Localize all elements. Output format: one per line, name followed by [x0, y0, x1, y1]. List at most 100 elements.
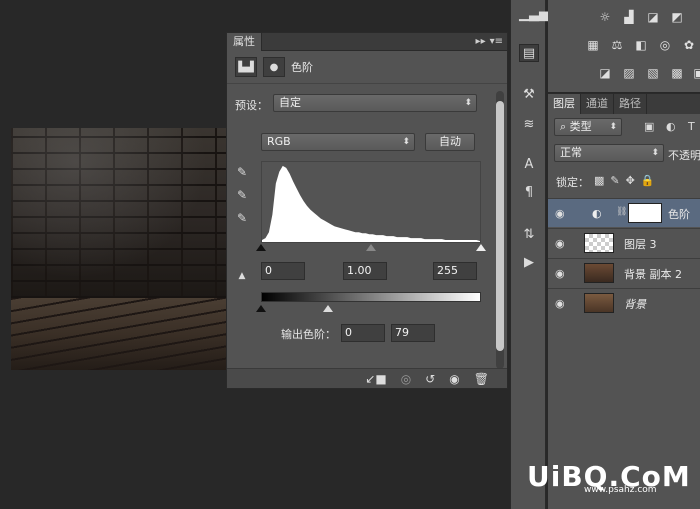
mask-icon[interactable]: ● [263, 57, 285, 77]
brightness-icon[interactable]: ☼ [596, 10, 614, 25]
preset-label: 预设： [235, 99, 268, 112]
tab-paths[interactable]: 路径 [614, 94, 647, 114]
tab-layers[interactable]: 图层 [548, 94, 581, 114]
layer-filter-select[interactable]: ⌕ 类型 ⬍ [554, 118, 622, 136]
layer-name[interactable]: 图层 3 [624, 236, 657, 252]
adjustment-title: 色阶 [291, 61, 313, 74]
eye-icon[interactable]: ◉ [555, 237, 569, 250]
layer-row-background[interactable]: ◉ 背景 [548, 288, 700, 317]
properties-tab[interactable]: 属性 [227, 32, 262, 51]
adjustment-layer-icon: ◐ [592, 207, 602, 220]
actions-panel-icon[interactable]: ▶ [519, 254, 539, 272]
threshold-icon[interactable]: ▧ [644, 66, 662, 81]
view-previous-icon[interactable]: ◎ [401, 372, 411, 386]
layers-panel: 图层 通道 路径 ⌕ 类型 ⬍ ▣ ◐ T 正常 ⬍ 不透明 锁定： ▩✎✥🔒 … [548, 93, 700, 509]
photo-filter-icon[interactable]: ◎ [656, 38, 674, 53]
collapse-icon[interactable]: ▸▸ [476, 36, 486, 47]
layer-name[interactable]: 色阶 [668, 206, 690, 222]
blend-mode-select[interactable]: 正常 ⬍ [554, 144, 664, 162]
channel-select[interactable]: RGB ⬍ [261, 133, 415, 151]
histogram [261, 161, 481, 243]
layer-row-levels[interactable]: ◉ ◐ ⛓ 色阶 [548, 198, 700, 227]
link-icon[interactable]: ⛓ [616, 207, 627, 217]
input-gamma-slider[interactable] [366, 244, 376, 251]
output-levels-label: 输出色阶： [281, 328, 336, 341]
layer-name[interactable]: 背景 [624, 296, 646, 312]
vibrance-icon[interactable]: ▦ [584, 38, 602, 53]
input-gamma-field[interactable]: 1.00 [343, 262, 387, 280]
canvas-document[interactable] [11, 128, 229, 370]
levels-adjustment-icon[interactable]: ▙▟ [235, 57, 257, 77]
invert-icon[interactable]: ◪ [596, 66, 614, 81]
search-icon: ⌕ [560, 120, 570, 133]
eye-icon[interactable]: ◉ [555, 267, 569, 280]
filter-kind-value: 类型 [569, 120, 592, 133]
layer-thumbnail [584, 293, 614, 313]
output-black-slider[interactable] [256, 305, 266, 312]
adjustment-header: ▙▟ ● 色阶 [235, 57, 313, 77]
filter-image-icon[interactable]: ▣ [644, 120, 654, 133]
histogram-panel-icon[interactable]: ▁▃▅ [519, 6, 549, 24]
output-gradient [261, 292, 481, 302]
channel-mixer-icon[interactable]: ✿ [680, 38, 698, 53]
panel-dock-strip: ▁▃▅ ▤ ⚒ ≋ A ¶ ⇅ ▶ [510, 0, 549, 509]
eye-icon[interactable]: ◉ [555, 297, 569, 310]
auto-button[interactable]: 自动 [425, 133, 475, 151]
layer-thumbnail [584, 233, 614, 253]
curves-icon[interactable]: ◪ [644, 10, 662, 25]
input-white-field[interactable]: 255 [433, 262, 477, 280]
layer-mask-thumbnail[interactable] [628, 203, 662, 223]
filter-adjustment-icon[interactable]: ◐ [666, 120, 676, 133]
history-panel-icon[interactable]: ⇅ [519, 226, 539, 244]
properties-panel-icon[interactable]: ▤ [519, 44, 539, 62]
preset-value: 自定 [279, 96, 301, 109]
preset-select[interactable]: 自定 ⬍ [273, 94, 477, 112]
output-white-field[interactable]: 79 [391, 324, 435, 342]
output-black-field[interactable]: 0 [341, 324, 385, 342]
input-black-slider[interactable] [256, 244, 266, 251]
filter-type-icon[interactable]: T [688, 120, 695, 133]
paragraph-panel-icon[interactable]: ¶ [519, 184, 539, 202]
lock-label: 锁定： [556, 176, 589, 189]
brush-presets-icon[interactable]: ≋ [519, 116, 539, 134]
properties-footer: ↙■ ◎ ↺ ◉ 🗑 [227, 368, 507, 388]
eye-icon[interactable]: ◉ [555, 207, 569, 220]
lock-icons[interactable]: ▩✎✥🔒 [594, 174, 661, 187]
select-arrows-icon: ⬍ [464, 98, 472, 108]
brick-wall-image [11, 128, 229, 298]
exposure-icon[interactable]: ◩ [668, 10, 686, 25]
layer-name[interactable]: 背景 副本 2 [624, 266, 682, 282]
select-arrows-icon: ⬍ [402, 137, 410, 147]
white-eyedropper-icon[interactable]: ✎ [235, 211, 249, 225]
tab-channels[interactable]: 通道 [581, 94, 614, 114]
input-black-field[interactable]: 0 [261, 262, 305, 280]
balance-icon[interactable]: ⚖ [608, 38, 626, 53]
gradient-map-icon[interactable]: ▩ [668, 66, 686, 81]
visibility-eye-icon[interactable]: ◉ [449, 372, 459, 386]
bw-icon[interactable]: ◧ [632, 38, 650, 53]
character-panel-icon[interactable]: A [519, 156, 539, 174]
trash-icon[interactable]: 🗑 [474, 372, 489, 386]
selective-color-icon[interactable]: ▣ [690, 66, 700, 81]
brush-panel-icon[interactable]: ⚒ [519, 86, 539, 104]
clip-to-layer-icon[interactable]: ↙■ [365, 372, 386, 386]
input-white-slider[interactable] [476, 244, 486, 251]
properties-titlebar: 属性 ▸▸ ▾≡ [227, 32, 507, 51]
reset-icon[interactable]: ↺ [425, 372, 435, 386]
layers-tabs: 图层 通道 路径 [548, 94, 700, 114]
select-arrows-icon: ⬍ [609, 122, 617, 132]
layer-row-layer3[interactable]: ◉ 图层 3 [548, 228, 700, 257]
scrollbar-thumb[interactable] [496, 101, 504, 351]
panel-menu-icon[interactable]: ▾≡ [490, 36, 503, 47]
output-white-slider[interactable] [323, 305, 333, 312]
black-eyedropper-icon[interactable]: ✎ [235, 165, 249, 179]
properties-panel: 属性 ▸▸ ▾≡ ▙▟ ● 色阶 预设： 自定 ⬍ RGB ⬍ 自动 ✎ ✎ ✎… [226, 32, 508, 389]
levels-icon[interactable]: ▟ [620, 10, 638, 25]
clipping-warning-icon[interactable]: ▲ [235, 269, 249, 283]
adjustments-panel: ☼ ▟ ◪ ◩ ▦ ⚖ ◧ ◎ ✿ ◪ ▨ ▧ ▩ ▣ [548, 0, 700, 92]
properties-scrollbar[interactable] [496, 91, 504, 369]
watermark-url: www.psahz.com [584, 485, 657, 495]
layer-row-bg-copy2[interactable]: ◉ 背景 副本 2 [548, 258, 700, 287]
gray-eyedropper-icon[interactable]: ✎ [235, 188, 249, 202]
posterize-icon[interactable]: ▨ [620, 66, 638, 81]
